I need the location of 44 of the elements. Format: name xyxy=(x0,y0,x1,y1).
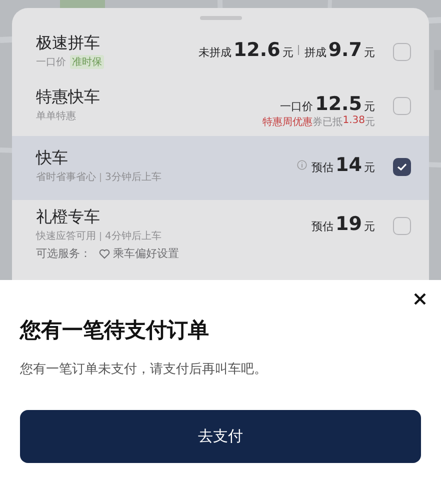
checkbox[interactable] xyxy=(393,158,411,176)
currency-unit: 元 xyxy=(364,219,375,234)
currency-unit: 元 xyxy=(364,99,375,114)
option-subtitle: 省时省事省心 xyxy=(36,170,96,184)
price-label: 未拼成 xyxy=(198,45,232,60)
pay-button[interactable]: 去支付 xyxy=(20,410,421,463)
price-label: 预估 xyxy=(312,219,334,234)
option-name: 极速拼车 xyxy=(36,33,101,54)
info-icon[interactable] xyxy=(296,160,307,170)
price-amount: 14 xyxy=(336,154,362,176)
services-label: 可选服务： xyxy=(36,246,91,261)
currency-unit: 元 xyxy=(364,45,375,60)
option-subtitle: 快速应答可用 xyxy=(36,230,96,243)
option-name: 特惠快车 xyxy=(36,87,101,108)
price-label: 一口价 xyxy=(280,99,314,114)
ride-option[interactable]: 快车 省时省事省心 3分钟后上车 预估 14 元 xyxy=(12,136,429,200)
price-label: 拼成 xyxy=(304,45,326,60)
option-name: 礼橙专车 xyxy=(36,207,101,228)
option-subtitle: 3分钟后上车 xyxy=(105,170,162,184)
checkbox[interactable] xyxy=(393,217,411,235)
dialog-message: 您有一笔订单未支付，请支付后再叫车吧。 xyxy=(20,361,268,378)
price-amount: 9.7 xyxy=(328,39,362,61)
option-name: 快车 xyxy=(36,148,69,169)
option-subtitle: 一口价 xyxy=(36,56,66,69)
ride-option[interactable]: 极速拼车 一口价 准时保 未拼成 12.6 元 拼成 9.7 元 xyxy=(12,26,429,80)
price-amount: 12.5 xyxy=(315,93,362,115)
checkbox[interactable] xyxy=(393,43,411,61)
dialog-title: 您有一笔待支付订单 xyxy=(20,317,210,344)
currency-unit: 元 xyxy=(282,45,294,60)
heart-icon xyxy=(99,248,110,258)
checkbox[interactable] xyxy=(393,97,411,115)
currency-unit: 元 xyxy=(364,160,375,175)
ride-option[interactable]: 礼橙专车 快速应答可用 4分钟后上车 可选服务： 乘车偏好设置 预估 19 元 xyxy=(12,200,429,268)
check-icon xyxy=(397,163,407,171)
discount-note: 特惠周优惠券已抵1.38元 xyxy=(262,115,375,129)
price-amount: 12.6 xyxy=(233,39,280,61)
preference-link[interactable]: 乘车偏好设置 xyxy=(113,246,179,261)
price-amount: 19 xyxy=(336,213,362,235)
price-label: 预估 xyxy=(312,160,334,175)
option-subtitle: 单单特惠 xyxy=(36,110,76,123)
tag: 准时保 xyxy=(70,55,104,69)
option-subtitle: 4分钟后上车 xyxy=(105,230,162,243)
ride-option[interactable]: 特惠快车 单单特惠 一口价 12.5 元 特惠周优惠券已抵1.38元 xyxy=(12,80,429,136)
close-icon[interactable] xyxy=(413,292,427,306)
